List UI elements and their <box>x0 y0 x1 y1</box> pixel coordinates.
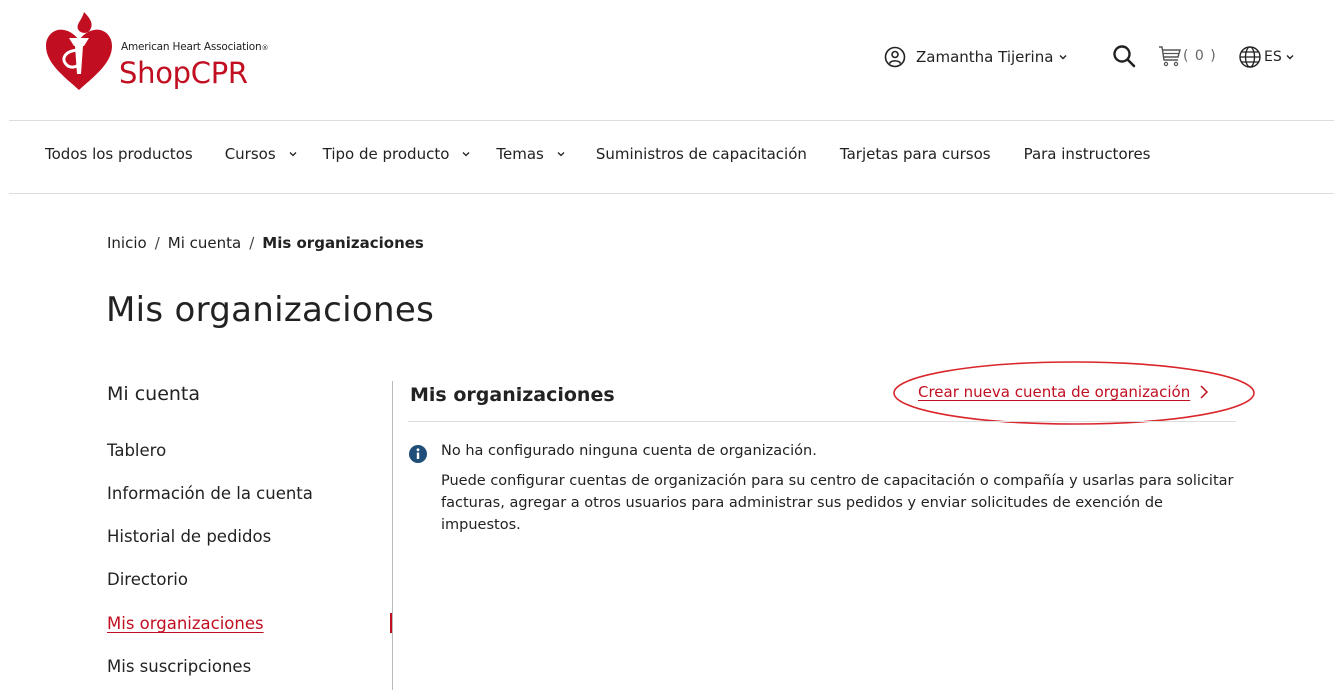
site-header: American Heart Association® ShopCPR Zama… <box>0 0 1338 120</box>
nav-item-for-instructors[interactable]: Para instructores <box>1024 145 1151 163</box>
section-title: Mis organizaciones <box>410 384 615 406</box>
chevron-down-icon <box>1286 55 1294 60</box>
create-organization-label: Crear nueva cuenta de organización <box>918 383 1191 401</box>
chevron-down-icon <box>462 152 470 157</box>
chevron-down-icon <box>557 152 565 157</box>
chevron-down-icon <box>1059 55 1067 60</box>
brand-org-name: American Heart Association® <box>121 41 269 53</box>
nav-item-label: Cursos <box>224 145 276 163</box>
nav-item-course-cards[interactable]: Tarjetas para cursos <box>840 145 991 163</box>
main-nav: Todos los productos Cursos Tipo de produ… <box>45 145 1151 163</box>
brand-shop-name[interactable]: ShopCPR <box>119 56 248 90</box>
chevron-right-icon <box>1200 385 1209 399</box>
sidebar-item-order-history[interactable]: Historial de pedidos <box>107 527 271 546</box>
nav-item-product-type[interactable]: Tipo de producto <box>323 145 472 163</box>
nav-item-label: Suministros de capacitación <box>595 145 807 163</box>
breadcrumb-my-account[interactable]: Mi cuenta <box>168 234 241 252</box>
info-message-title: No ha configurado ninguna cuenta de orga… <box>441 443 817 459</box>
nav-item-courses[interactable]: Cursos <box>225 145 298 163</box>
active-item-marker <box>390 613 392 633</box>
nav-divider <box>9 193 1334 194</box>
info-icon <box>409 445 427 463</box>
breadcrumb-separator: / <box>154 234 160 252</box>
sidebar-item-my-organizations[interactable]: Mis organizaciones <box>107 614 264 633</box>
sidebar-item-account-info[interactable]: Información de la cuenta <box>107 484 313 503</box>
nav-item-label: Todos los productos <box>45 145 193 163</box>
info-message-text: Puede configurar cuentas de organización… <box>441 473 1234 533</box>
nav-item-all-products[interactable]: Todos los productos <box>45 145 193 163</box>
chevron-down-icon <box>289 152 297 157</box>
sidebar-item-directory[interactable]: Directorio <box>107 570 188 589</box>
nav-item-label: Para instructores <box>1023 145 1151 163</box>
sidebar-divider <box>392 381 393 690</box>
user-name: Zamantha Tijerina <box>916 48 1054 66</box>
breadcrumb-current: Mis organizaciones <box>262 234 424 252</box>
search-icon[interactable] <box>1112 44 1136 70</box>
nav-item-label: Tipo de producto <box>322 145 450 163</box>
cart-button[interactable]: ( 0 ) <box>1158 45 1217 67</box>
aha-heart-torch-logo[interactable] <box>44 10 114 92</box>
language-selector[interactable]: ES <box>1238 45 1295 69</box>
sidebar-heading: Mi cuenta <box>107 383 201 405</box>
user-icon <box>884 46 906 68</box>
cart-count: ( 0 ) <box>1183 48 1217 64</box>
nav-item-training-supplies[interactable]: Suministros de capacitación <box>596 145 807 163</box>
nav-item-topics[interactable]: Temas <box>496 145 565 163</box>
create-organization-link[interactable]: Crear nueva cuenta de organización <box>918 383 1210 401</box>
nav-item-label: Temas <box>496 145 544 163</box>
user-menu-button[interactable]: Zamantha Tijerina <box>884 42 1068 72</box>
breadcrumb-separator: / <box>249 234 255 252</box>
globe-icon <box>1239 46 1261 68</box>
nav-item-label: Tarjetas para cursos <box>839 145 991 163</box>
cart-icon <box>1159 46 1181 67</box>
header-divider <box>9 120 1334 121</box>
sidebar-item-my-subscriptions[interactable]: Mis suscripciones <box>107 657 251 676</box>
breadcrumb-home[interactable]: Inicio <box>107 234 147 252</box>
language-label: ES <box>1264 49 1282 65</box>
breadcrumb: Inicio / Mi cuenta / Mis organizaciones <box>107 234 424 252</box>
page-title: Mis organizaciones <box>106 290 435 330</box>
section-divider <box>408 421 1236 422</box>
sidebar-item-dashboard[interactable]: Tablero <box>107 441 166 460</box>
